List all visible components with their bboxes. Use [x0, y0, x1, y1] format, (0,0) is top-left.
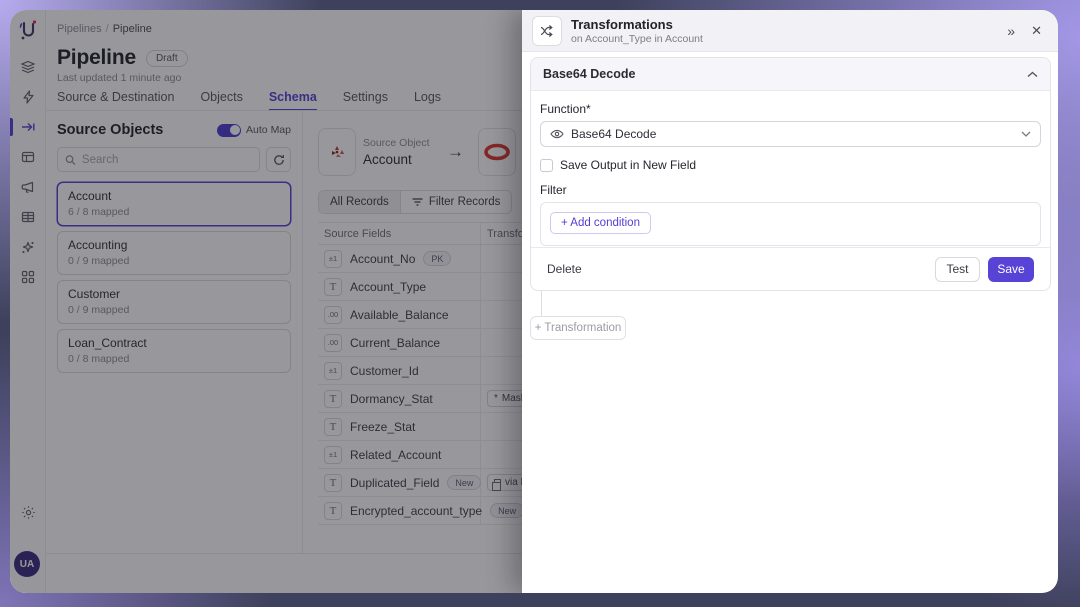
transformations-iconbox: [532, 16, 562, 46]
collapse-drawer-icon[interactable]: »: [1007, 23, 1015, 39]
chevron-up-icon[interactable]: [1027, 71, 1038, 78]
function-label: Function*: [540, 102, 1041, 116]
drawer-subtitle: on Account_Type in Account: [571, 33, 1007, 45]
close-drawer-icon[interactable]: ✕: [1031, 23, 1042, 39]
transformations-drawer: Transformations on Account_Type in Accou…: [522, 10, 1058, 593]
drawer-title: Transformations: [571, 17, 1007, 32]
drawer-header: Transformations on Account_Type in Accou…: [522, 10, 1058, 52]
function-value: Base64 Decode: [571, 127, 1014, 141]
add-condition-button[interactable]: + Add condition: [550, 212, 651, 234]
chevron-down-icon: [1021, 131, 1031, 137]
filter-label: Filter: [540, 183, 1041, 197]
save-button[interactable]: Save: [988, 257, 1034, 282]
transformation-card: Base64 Decode Function* Base64 Decode Sa…: [530, 57, 1051, 291]
connector-line: [541, 291, 542, 316]
function-select[interactable]: Base64 Decode: [540, 121, 1041, 147]
filter-conditions-box: + Add condition: [540, 202, 1041, 246]
save-output-checkbox[interactable]: [540, 159, 553, 172]
app-window: UA Pipelines/Pipeline Pipeline Draft Las…: [10, 10, 1058, 593]
transformation-card-header[interactable]: Base64 Decode: [531, 58, 1050, 91]
transformation-card-title: Base64 Decode: [543, 67, 635, 81]
shuffle-icon: [540, 24, 554, 38]
delete-button[interactable]: Delete: [547, 262, 582, 276]
test-button[interactable]: Test: [935, 257, 980, 282]
add-transformation-button[interactable]: + Transformation: [530, 316, 626, 340]
save-output-label: Save Output in New Field: [560, 158, 696, 172]
eye-icon: [550, 129, 564, 139]
